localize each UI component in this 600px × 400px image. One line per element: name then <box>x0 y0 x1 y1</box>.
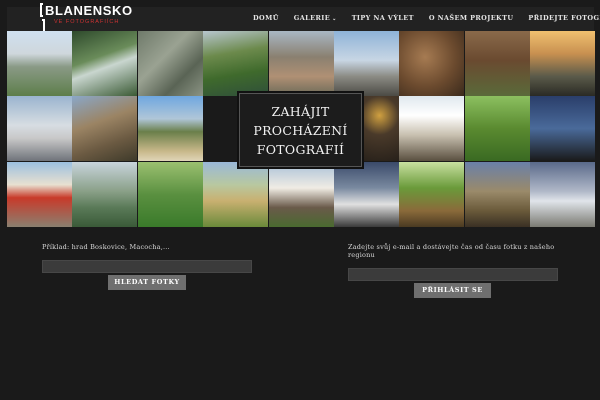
email-field[interactable] <box>348 268 558 281</box>
logo-text: BLANENSKO <box>45 3 133 18</box>
photo-chapel[interactable] <box>334 161 399 227</box>
photo-castle-ruins[interactable] <box>72 96 138 162</box>
photo-aerial-pond[interactable] <box>203 31 269 96</box>
photo-park-trees[interactable] <box>137 161 203 227</box>
search-button[interactable]: HLEDAT FOTKY <box>108 275 186 290</box>
photo-windmill[interactable] <box>334 31 399 96</box>
photo-baroque-palace[interactable] <box>7 161 72 227</box>
subscribe-button[interactable]: PŘIHLÁSIT SE <box>414 283 491 298</box>
cta-line-2: PROCHÁZENÍ <box>253 122 348 138</box>
page: BLANENSKO VE FOTOGRAFIÍCH DOMŮ GALERIE ⌄ … <box>0 0 600 400</box>
logo-bracket-left <box>40 3 43 17</box>
browse-photos-button[interactable]: ZAHÁJIT PROCHÁZENÍ FOTOGRAFIÍ <box>239 93 362 167</box>
photo-white-house[interactable] <box>399 96 465 162</box>
photo-chateau-lawn[interactable] <box>7 31 72 96</box>
newsletter-hint: Zadejte svůj e-mail a dostávejte čas od … <box>348 243 555 259</box>
main-nav: DOMŮ GALERIE ⌄ TIPY NA VÝLET O NAŠEM PROJ… <box>253 14 600 22</box>
photo-forest-path[interactable] <box>399 161 465 227</box>
photo-cave-arch[interactable] <box>399 31 465 96</box>
nav-item-gallery-label: GALERIE <box>293 14 331 22</box>
photo-ruined-castle[interactable] <box>464 161 530 227</box>
photo-waterfall[interactable] <box>72 31 138 96</box>
nav-item-about[interactable]: O NAŠEM PROJEKTU <box>429 14 514 22</box>
nav-item-add-photo[interactable]: PŘIDEJTE FOTOGRAFII <box>528 14 600 22</box>
nav-item-gallery[interactable]: GALERIE ⌄ <box>294 14 337 22</box>
photo-autumn-field[interactable] <box>464 31 530 96</box>
photo-winter-tree[interactable] <box>530 161 596 227</box>
search-section: Příklad: hrad Boskovice, Macocha,... HLE… <box>42 243 252 290</box>
chevron-down-icon: ⌄ <box>332 16 337 22</box>
search-hint: Příklad: hrad Boskovice, Macocha,... <box>42 243 170 251</box>
cta-line-1: ZAHÁJIT <box>271 103 330 119</box>
search-input[interactable] <box>42 260 252 273</box>
photo-harvest-fields[interactable] <box>203 161 269 227</box>
nav-item-home[interactable]: DOMŮ <box>253 14 279 22</box>
photo-valley-haze[interactable] <box>72 161 138 227</box>
photo-lake-forest[interactable] <box>137 96 203 162</box>
browse-photos-label: ZAHÁJIT PROCHÁZENÍ FOTOGRAFIÍ <box>253 102 347 159</box>
photo-meadow-tree[interactable] <box>464 96 530 162</box>
logo-subtitle: VE FOTOGRAFIÍCH <box>54 19 120 25</box>
newsletter-section: Zadejte svůj e-mail a dostávejte čas od … <box>348 243 558 298</box>
photo-stone-carving[interactable] <box>137 31 203 96</box>
nav-item-trips[interactable]: TIPY NA VÝLET <box>352 14 414 22</box>
site-logo[interactable]: BLANENSKO VE FOTOGRAFIÍCH <box>38 3 138 33</box>
photo-cottage[interactable] <box>268 161 334 227</box>
photo-tree-silhouette[interactable] <box>530 96 596 162</box>
cta-line-3: FOTOGRAFIÍ <box>256 141 345 157</box>
photo-snowy-factory[interactable] <box>7 96 72 162</box>
photo-sunset-church[interactable] <box>530 31 596 96</box>
photo-aerial-town[interactable] <box>268 31 334 96</box>
